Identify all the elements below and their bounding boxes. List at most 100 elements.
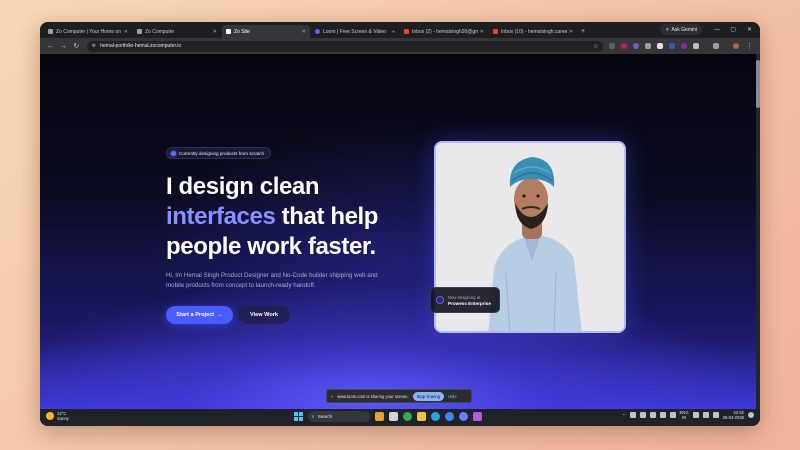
sidebar-icon[interactable] [713, 43, 720, 49]
extension-icon[interactable] [645, 43, 652, 49]
close-tab-icon[interactable]: ✕ [569, 29, 573, 35]
taskbar-search[interactable]: ⌕ Search [308, 411, 370, 422]
input-language[interactable]: ENG IN [680, 410, 689, 420]
cloud-icon[interactable] [629, 412, 636, 418]
sun-icon [46, 412, 54, 420]
file-explorer-icon[interactable] [417, 412, 426, 421]
extensions-puzzle-icon[interactable] [693, 43, 700, 49]
scrollbar-thumb[interactable] [756, 60, 760, 108]
windows-start-icon[interactable] [294, 412, 303, 421]
battery-icon[interactable] [712, 412, 719, 418]
chrome-icon[interactable] [445, 412, 454, 421]
extension-icon[interactable] [621, 43, 628, 49]
extension-icon[interactable] [609, 43, 616, 49]
tray-overflow-icon[interactable]: ⌃ [622, 413, 626, 418]
wifi-icon[interactable] [692, 412, 699, 418]
tab-label: Zo Site [234, 28, 250, 35]
status-badge-text: Currently designing products from scratc… [179, 150, 265, 156]
extension-icon[interactable] [681, 43, 688, 49]
tab-favicon-icon [315, 29, 320, 34]
tab-label: Inbox (2) - hemalsingh26@gm [412, 28, 478, 35]
tab-zo-computer[interactable]: Zo Computer ✕ [133, 25, 221, 38]
close-tab-icon[interactable]: ✕ [302, 29, 306, 35]
view-work-button[interactable]: View Work [238, 306, 290, 324]
profile-avatar[interactable] [733, 43, 740, 49]
close-tab-icon[interactable]: ✕ [213, 29, 217, 35]
drag-handle-icon[interactable]: ⏸ [331, 394, 333, 399]
maximize-button[interactable]: ▢ [730, 24, 736, 35]
tab-inbox-gmail-2[interactable]: Inbox (10) - hemalsingh.career ✕ [489, 25, 577, 38]
view-work-label: View Work [249, 312, 279, 318]
browser-toolbar: ← → ↻ ⚙ hemal-portfolio-hemal.zocomputer… [40, 38, 760, 54]
tab-strip: Zo Computer | Your Home on t ✕ Zo Comput… [40, 22, 760, 38]
close-tab-icon[interactable]: ✕ [480, 29, 484, 35]
headline-line-3: people work faster. [166, 233, 376, 260]
tab-inbox-gmail-1[interactable]: Inbox (2) - hemalsingh26@gm ✕ [400, 25, 488, 38]
stop-sharing-button[interactable]: Stop sharing [412, 391, 445, 401]
status-dot-icon [171, 150, 176, 156]
tab-label: Zo Computer | Your Home on t [56, 28, 122, 35]
taskbar-apps: ⌕ Search [294, 411, 482, 422]
url-text: hemal-portfolio-hemal.zocomputer.io [100, 43, 182, 49]
notifications-icon[interactable] [748, 412, 754, 418]
app-icon[interactable] [459, 412, 468, 421]
search-icon: ⌕ [312, 414, 315, 419]
menu-kebab-icon[interactable]: ⋮ [743, 42, 756, 50]
tab-zo-computer-home[interactable]: Zo Computer | Your Home on t ✕ [44, 25, 132, 38]
close-window-button[interactable]: ✕ [747, 24, 752, 35]
windows-taskbar: 12°C Sunny ⌕ Search ⌃ ENG IN 22:52 26-04… [40, 409, 760, 426]
screen-share-message: www.loom.com is sharing your screen. [337, 393, 409, 399]
extension-icon[interactable] [669, 43, 676, 49]
recording-icon: ● [391, 28, 395, 35]
arrow-right-icon: → [217, 312, 223, 318]
tab-label: Loom | Free Screen & Video [323, 28, 386, 35]
task-view-icon[interactable] [389, 412, 398, 421]
company-icon [436, 296, 444, 304]
chrome-icon[interactable] [403, 412, 412, 421]
new-tab-button[interactable]: + [578, 25, 588, 38]
taskbar-clock[interactable]: 22:52 26-04-2026 [723, 410, 744, 420]
tab-label: Inbox (10) - hemalsingh.career [501, 28, 567, 35]
portfolio-page: Currently designing products from scratc… [40, 54, 756, 409]
close-tab-icon[interactable]: ✕ [124, 29, 128, 35]
screen-share-bar: ⏸ www.loom.com is sharing your screen. S… [326, 389, 472, 403]
tray-app-icon[interactable] [669, 412, 676, 418]
edge-icon[interactable] [431, 412, 440, 421]
tab-favicon-icon [137, 29, 142, 34]
weather-widget[interactable]: 12°C Sunny [46, 411, 69, 421]
extension-icon[interactable] [657, 43, 664, 49]
reload-button[interactable]: ↻ [70, 42, 83, 50]
app-icon[interactable] [473, 412, 482, 421]
bookmark-star-icon[interactable]: ☆ [593, 43, 598, 50]
tab-loom[interactable]: Loom | Free Screen & Video ● [311, 25, 399, 38]
back-button[interactable]: ← [44, 43, 57, 50]
address-bar[interactable]: ⚙ hemal-portfolio-hemal.zocomputer.io ☆ [86, 40, 604, 52]
ask-gemini-button[interactable]: ✦ Ask Gemini [660, 24, 702, 35]
hero-subtitle: Hi, Im Hemal Singh Product Designer and … [166, 272, 378, 289]
search-label: Search [317, 414, 333, 419]
headline-line-1: I design clean [166, 173, 320, 200]
start-project-button[interactable]: Start a Project → [166, 306, 233, 324]
company-name: Prowess Enterprise [448, 300, 491, 306]
hide-share-bar-button[interactable]: Hide [448, 394, 457, 399]
page-scrollbar[interactable] [756, 54, 760, 409]
tab-label: Zo Computer [145, 28, 175, 35]
browser-window: Zo Computer | Your Home on t ✕ Zo Comput… [40, 22, 760, 426]
tray-app-icon[interactable] [639, 412, 646, 418]
site-info-icon[interactable]: ⚙ [92, 43, 96, 49]
clock-date: 26-04-2026 [722, 415, 744, 420]
volume-icon[interactable] [702, 412, 709, 418]
tab-zo-site[interactable]: Zo Site ✕ [222, 25, 310, 38]
widgets-icon[interactable] [375, 412, 384, 421]
tray-app-icon[interactable] [659, 412, 666, 418]
gemini-icon: ✦ [665, 26, 670, 33]
gmail-icon [493, 29, 498, 34]
hero-headline: I design clean interfaces that help peop… [166, 172, 466, 262]
microphone-icon[interactable] [649, 412, 656, 418]
tab-favicon-icon [226, 29, 231, 34]
forward-button[interactable]: → [57, 43, 70, 50]
weather-desc: Sunny [57, 416, 69, 421]
region-code: IN [681, 415, 687, 420]
extension-icon[interactable] [633, 43, 640, 49]
minimize-button[interactable]: — [714, 24, 720, 35]
